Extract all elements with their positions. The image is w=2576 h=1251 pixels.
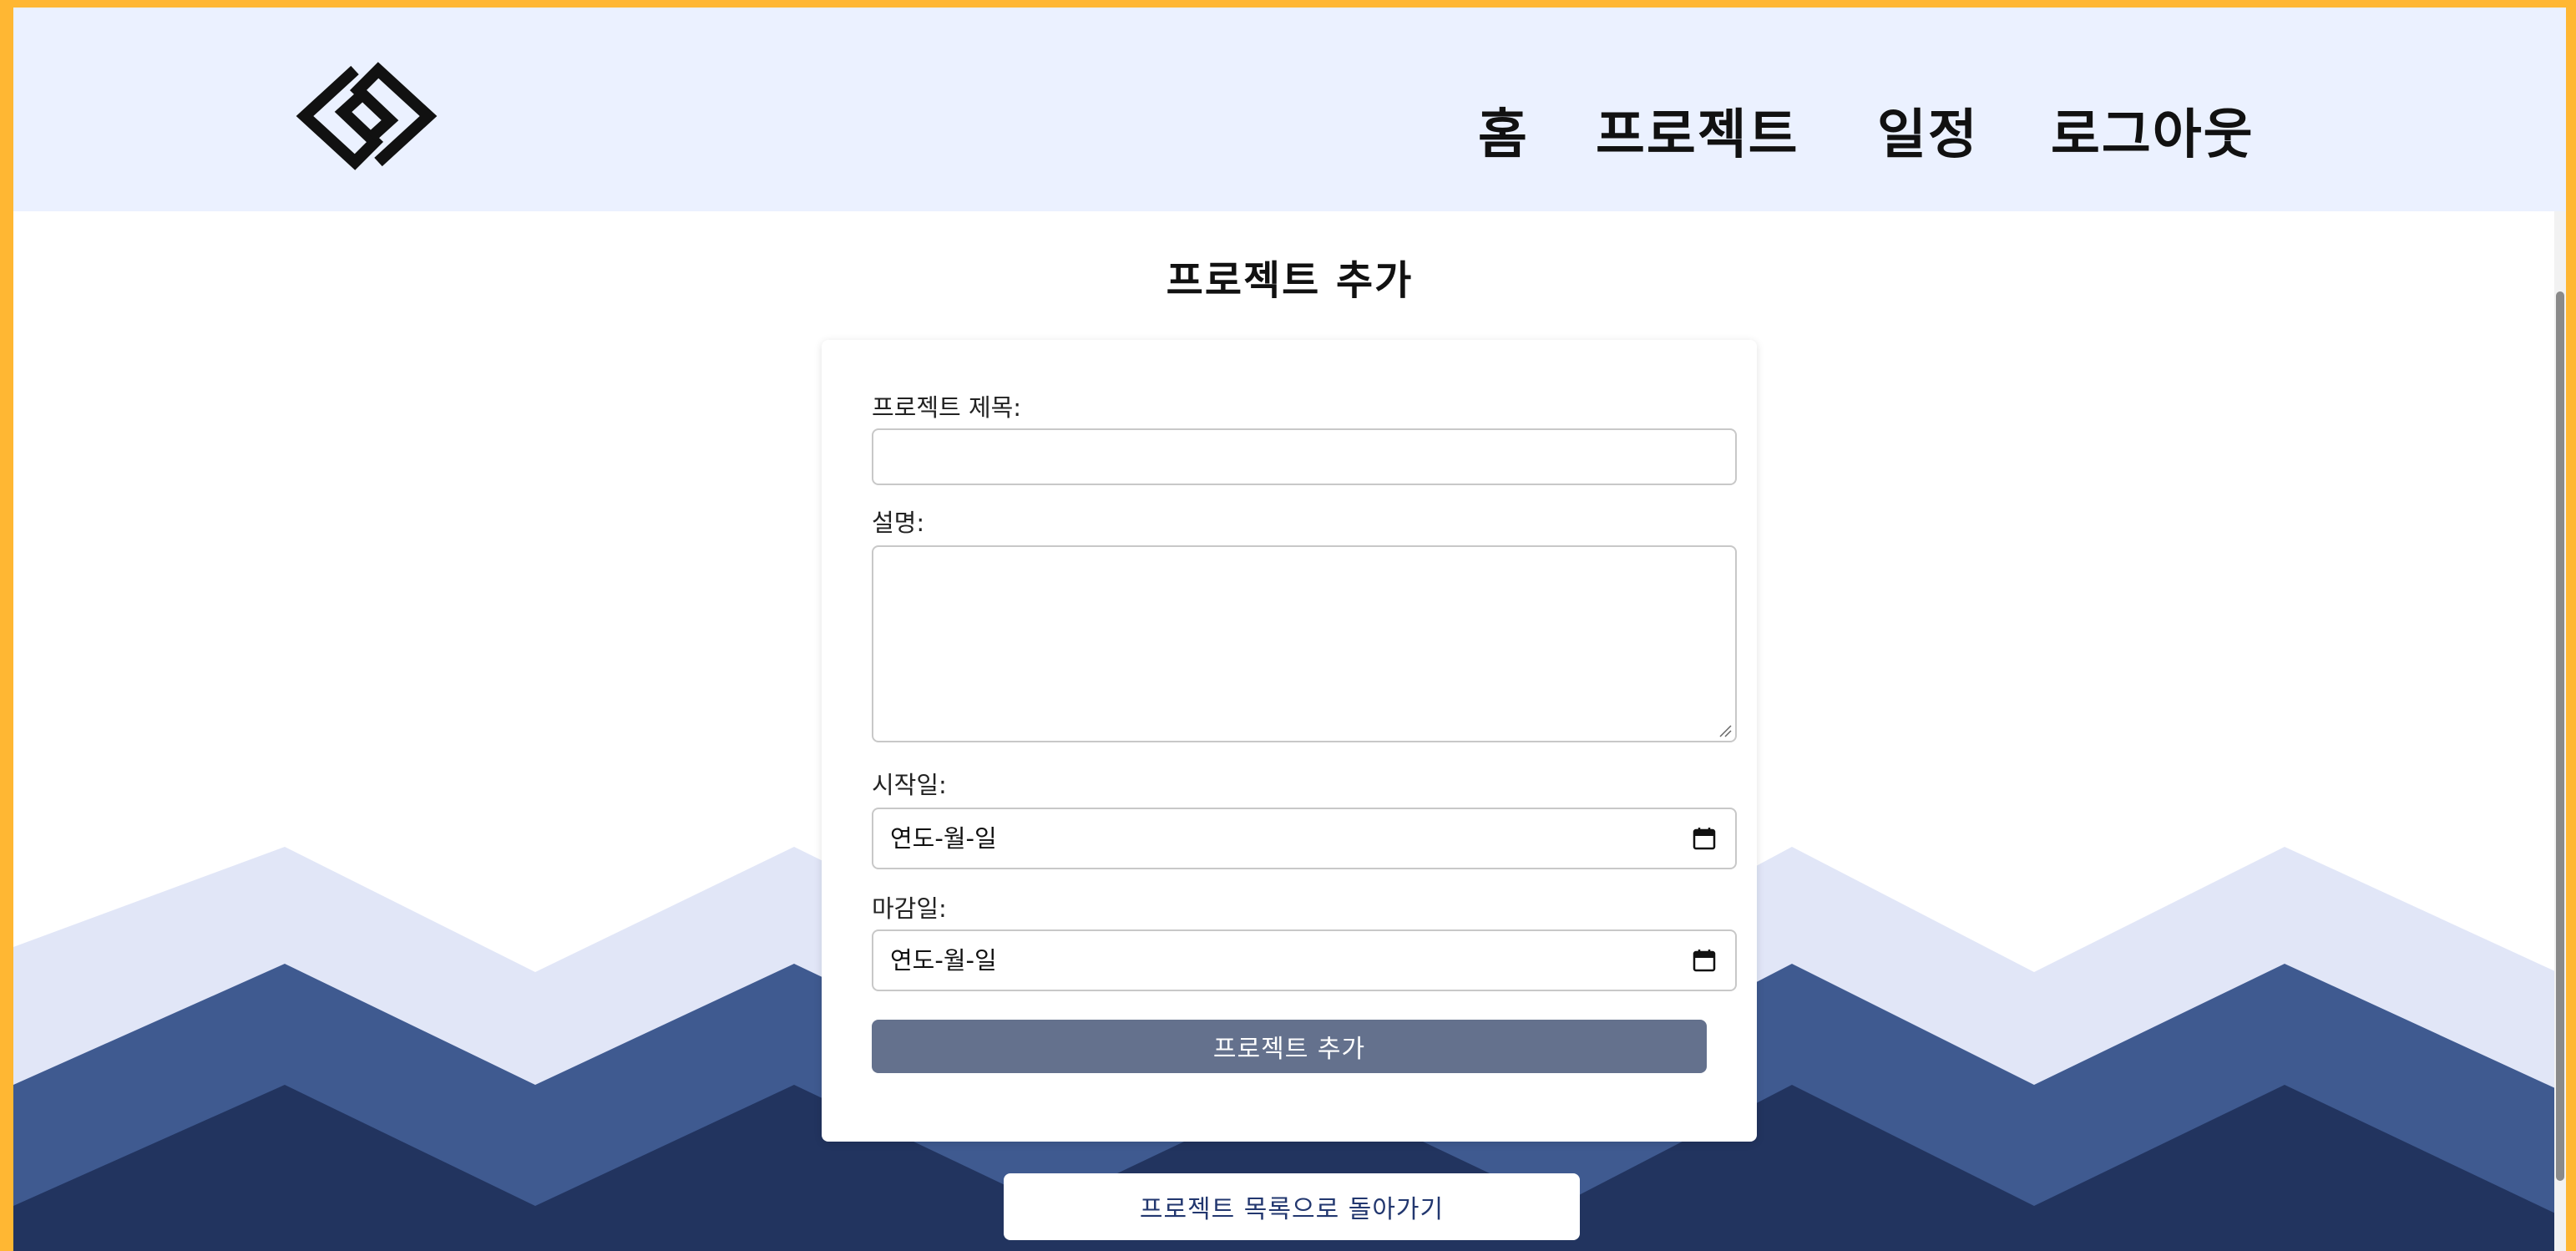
due-date-input[interactable]: 연도-월-일 xyxy=(872,929,1737,991)
start-date-input[interactable]: 연도-월-일 xyxy=(872,808,1737,869)
page-title: 프로젝트 추가 xyxy=(1166,257,1414,304)
project-title-label: 프로젝트 제목: xyxy=(872,393,1022,422)
description-label: 설명: xyxy=(872,509,925,537)
site-header: 홈 프로젝트 일정 로그아웃 xyxy=(13,8,2566,211)
scrollbar-thumb[interactable] xyxy=(2556,291,2564,1181)
due-date-value: 연도-월-일 xyxy=(890,946,997,975)
description-textarea[interactable] xyxy=(872,545,1737,742)
app-frame: 홈 프로젝트 일정 로그아웃 프로젝트 추가 프로젝트 제목: 설명: 시작일:… xyxy=(13,8,2566,1251)
start-date-label: 시작일: xyxy=(872,771,947,799)
project-title-input[interactable] xyxy=(872,428,1737,485)
project-form-card: 프로젝트 제목: 설명: 시작일: 연도-월-일 마감일: 연도-월-일 프로젝… xyxy=(822,340,1757,1142)
due-date-label: 마감일: xyxy=(872,894,947,923)
main-nav: 홈 프로젝트 일정 로그아웃 xyxy=(13,89,2566,181)
back-to-project-list-button[interactable]: 프로젝트 목록으로 돌아가기 xyxy=(1004,1173,1580,1240)
nav-home[interactable]: 홈 xyxy=(1478,89,1529,181)
calendar-icon[interactable] xyxy=(1692,948,1717,973)
calendar-icon[interactable] xyxy=(1692,826,1717,851)
start-date-value: 연도-월-일 xyxy=(890,824,997,853)
nav-projects[interactable]: 프로젝트 xyxy=(1596,89,1799,181)
resize-handle-icon[interactable] xyxy=(1718,724,1732,737)
nav-schedule[interactable]: 일정 xyxy=(1877,89,1979,181)
nav-logout[interactable]: 로그아웃 xyxy=(2051,89,2255,181)
add-project-button[interactable]: 프로젝트 추가 xyxy=(872,1020,1707,1073)
